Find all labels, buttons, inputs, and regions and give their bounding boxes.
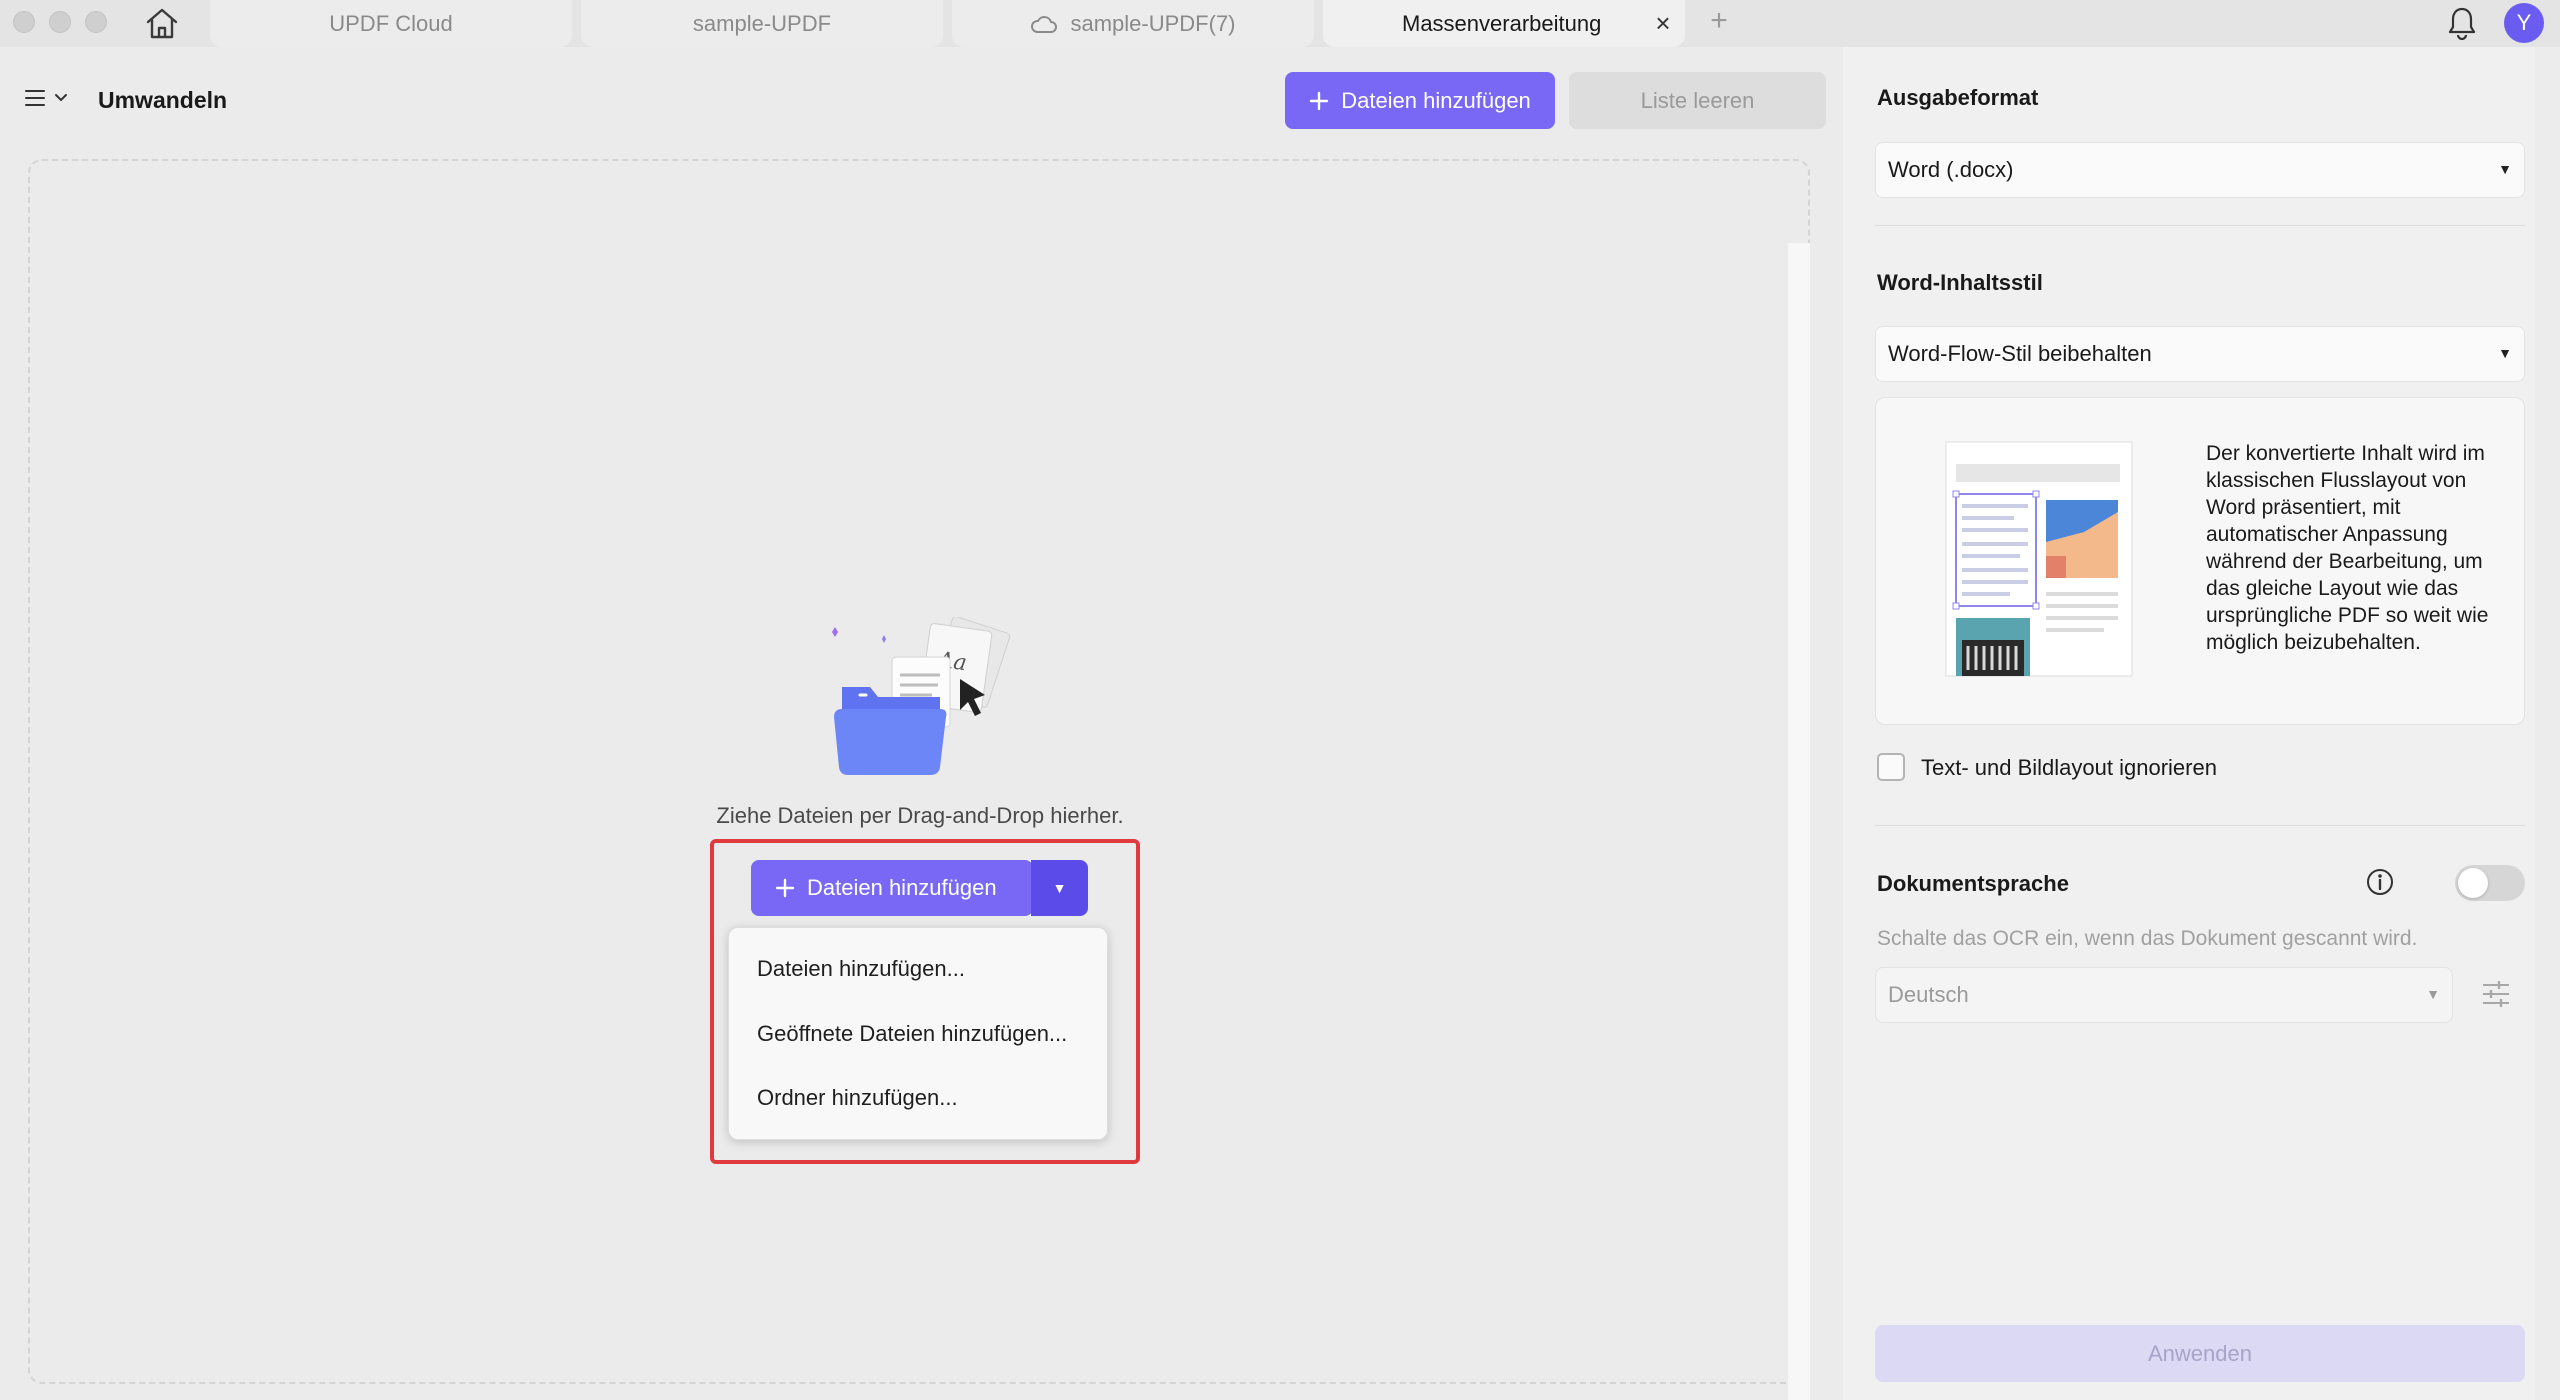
- ocr-toggle[interactable]: [2455, 865, 2525, 901]
- apply-label: Anwenden: [2148, 1340, 2252, 1366]
- chevron-down-icon: [55, 94, 67, 102]
- tab-bar: UPDF Cloud sample-UPDF sample-UPDF(7) Ma…: [0, 0, 2560, 47]
- output-format-value: Word (.docx): [1888, 157, 2014, 182]
- notifications-button[interactable]: [2444, 4, 2480, 42]
- toggle-knob: [2458, 868, 2488, 898]
- conversion-panel: Umwandeln Dateien hinzufügen Liste leere…: [0, 47, 1843, 1400]
- home-icon: [146, 8, 178, 39]
- ignore-layout-checkbox[interactable]: [1877, 753, 1905, 781]
- home-button[interactable]: [140, 4, 184, 42]
- settings-panel: Ausgabeformat Word (.docx) ▼ Word-Inhalt…: [1843, 47, 2560, 1400]
- window-close-button[interactable]: [13, 11, 35, 33]
- split-button-main[interactable]: Dateien hinzufügen: [751, 860, 1033, 916]
- language-select[interactable]: Deutsch ▼: [1875, 967, 2453, 1023]
- drop-zone-scrollbar[interactable]: [1788, 243, 1810, 1400]
- divider: [1875, 225, 2525, 226]
- content-style-value: Word-Flow-Stil beibehalten: [1888, 341, 2152, 366]
- avatar[interactable]: Y: [2504, 3, 2544, 43]
- content-style-label: Word-Inhaltsstil: [1877, 270, 2043, 295]
- settings-scrollbar[interactable]: [2535, 47, 2560, 1400]
- tab-sample-updf[interactable]: sample-UPDF: [581, 0, 943, 47]
- window-minimize-button[interactable]: [49, 11, 71, 33]
- preview-description: Der konvertierte Inhalt wird im klassisc…: [2206, 442, 2489, 654]
- menu-item-add-files[interactable]: Dateien hinzufügen...: [757, 956, 965, 982]
- bell-icon: [2448, 7, 2476, 40]
- plus-icon: [775, 878, 795, 898]
- sliders-icon[interactable]: [2479, 977, 2513, 1011]
- clear-list-button[interactable]: Liste leeren: [1569, 72, 1826, 129]
- tab-updf-cloud[interactable]: UPDF Cloud: [210, 0, 572, 47]
- close-tab-icon[interactable]: ×: [1648, 8, 1678, 38]
- document-language-label: Dokumentsprache: [1877, 871, 2069, 896]
- menu-item-add-open-files[interactable]: Geöffnete Dateien hinzufügen...: [757, 1021, 1067, 1047]
- window-zoom-button[interactable]: [85, 11, 107, 33]
- apply-button[interactable]: Anwenden: [1875, 1325, 2525, 1382]
- clear-list-label: Liste leeren: [1640, 87, 1755, 113]
- menu-toggle-button[interactable]: [24, 87, 68, 109]
- page-title: Umwandeln: [98, 87, 228, 113]
- menu-item-add-folder[interactable]: Ordner hinzufügen...: [757, 1085, 958, 1111]
- split-button-arrow[interactable]: ▼: [1031, 860, 1088, 916]
- ocr-hint-text: Schalte das OCR ein, wenn das Dokument g…: [1877, 927, 2418, 950]
- info-icon[interactable]: [2365, 867, 2395, 897]
- drop-hint-text: Ziehe Dateien per Drag-and-Drop hierher.: [716, 803, 1124, 828]
- output-format-select[interactable]: Word (.docx) ▼: [1875, 142, 2525, 198]
- tab-label: sample-UPDF: [692, 10, 832, 36]
- word-flow-preview-image: [1945, 441, 2133, 677]
- plus-icon: [1310, 91, 1329, 110]
- ignore-layout-label: Text- und Bildlayout ignorieren: [1921, 755, 2217, 780]
- tab-sample-updf-7[interactable]: sample-UPDF(7): [952, 0, 1314, 47]
- output-format-label: Ausgabeformat: [1877, 85, 2039, 110]
- caret-down-icon: ▼: [2498, 161, 2512, 177]
- split-button-label: Dateien hinzufügen: [807, 875, 997, 900]
- folder-documents-illustration: Aa: [832, 617, 1011, 775]
- hamburger-icon: [25, 90, 45, 106]
- divider: [1875, 825, 2525, 826]
- new-tab-icon[interactable]: +: [1704, 4, 1734, 37]
- tab-label: sample-UPDF(7): [1070, 10, 1236, 36]
- add-files-label: Dateien hinzufügen: [1341, 87, 1531, 113]
- content-style-select[interactable]: Word-Flow-Stil beibehalten ▼: [1875, 326, 2525, 382]
- add-files-dropdown-menu: Dateien hinzufügen... Geöffnete Dateien …: [728, 927, 1108, 1140]
- caret-down-icon: ▼: [1052, 880, 1067, 896]
- tab-label: UPDF Cloud: [329, 10, 453, 36]
- caret-down-icon: ▼: [2498, 345, 2512, 361]
- caret-down-icon: ▼: [2426, 986, 2440, 1002]
- cloud-icon: [1030, 14, 1058, 34]
- language-value: Deutsch: [1888, 982, 1969, 1007]
- style-preview-card: Der konvertierte Inhalt wird im klassisc…: [1875, 397, 2525, 725]
- add-files-button[interactable]: Dateien hinzufügen: [1285, 72, 1555, 129]
- tab-label: Massenverarbeitung: [1402, 10, 1602, 36]
- tab-massenverarbeitung[interactable]: Massenverarbeitung: [1323, 0, 1685, 47]
- add-files-split-button[interactable]: Dateien hinzufügen: [751, 860, 1033, 916]
